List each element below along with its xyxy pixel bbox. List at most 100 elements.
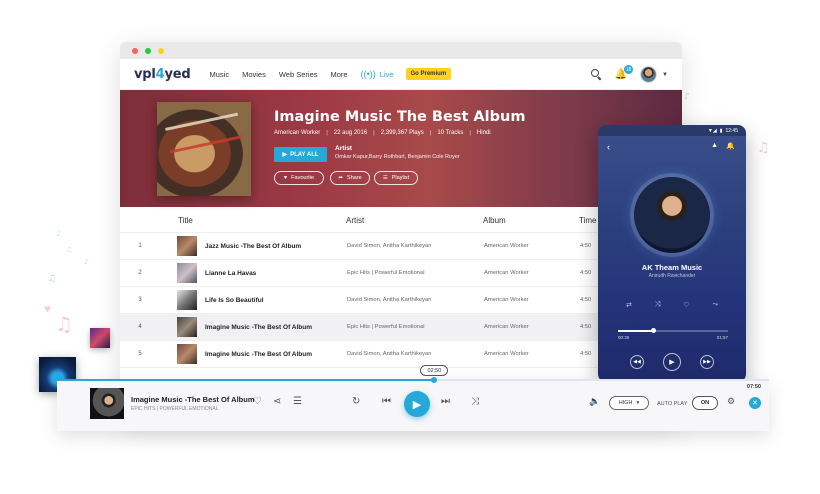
track-title[interactable]: Imagine Music -The Best Of Album [205, 324, 347, 331]
playlist-button[interactable]: ☰ Playlist [374, 171, 418, 185]
player-subtitle: EPIC HITS | POWERFUL EMOTIONAL [131, 406, 219, 412]
share-icon[interactable]: ⤳ [712, 301, 718, 309]
heart-icon[interactable]: ♡ [253, 397, 262, 407]
artist-label: Artist [335, 145, 352, 152]
player-progress-bar[interactable]: 02:50 [57, 365, 769, 383]
share-icon[interactable]: ⋖ [273, 397, 281, 407]
heart-icon[interactable]: ♡ [683, 301, 689, 309]
favourite-label: Favourite [291, 175, 315, 181]
music-note-icon: ♫ [48, 274, 57, 284]
now-playing-artwork [634, 177, 710, 253]
play-all-label: PLAY ALL [290, 151, 319, 158]
track-title[interactable]: Imagine Music -The Best Of Album [205, 351, 347, 358]
track-artist: David Simon, Anitha Karthikeyan [347, 297, 432, 303]
signal-icon: ▼◢ [707, 127, 717, 134]
phone-total: 01:57 [716, 335, 728, 340]
nav-link-movies[interactable]: Movies [242, 70, 266, 79]
alert-icon[interactable]: ▲ [711, 142, 718, 149]
floating-album-thumb [90, 328, 110, 348]
repeat-icon[interactable]: ↻ [352, 397, 360, 407]
music-note-icon: ♫ [55, 312, 73, 336]
phone-elapsed: 00:35 [618, 335, 630, 340]
column-album[interactable]: Album [483, 216, 579, 225]
total-time: 07:50 [746, 384, 761, 390]
play-button[interactable]: ▶ [404, 391, 430, 417]
track-album: American Worker [484, 351, 529, 357]
share-button[interactable]: ➦ Share [330, 171, 370, 185]
playlist-icon[interactable]: ☰ [293, 397, 302, 407]
autoplay-toggle[interactable]: ON [692, 396, 718, 410]
play-button[interactable]: ▶ [663, 353, 681, 371]
column-time[interactable]: Time [579, 216, 596, 225]
phone-progress-bar[interactable] [618, 328, 728, 333]
shuffle-icon[interactable]: ⤨ [655, 301, 661, 309]
bell-icon[interactable]: 🔔 [726, 142, 735, 150]
next-button[interactable]: ▶▶ [700, 355, 714, 369]
share-label: Share [346, 175, 362, 181]
music-note-icon: ♪ [684, 92, 690, 102]
nav-link-live[interactable]: ((•)) Live [361, 69, 394, 79]
phone-song-title: AK Theam Music [641, 263, 703, 272]
logo[interactable]: vpl4yed [134, 67, 191, 82]
chevron-down-icon: ▾ [636, 400, 640, 406]
close-player-button[interactable]: ✕ [749, 397, 761, 409]
playlist-icon: ☰ [382, 175, 388, 181]
nav-link-more[interactable]: More [331, 70, 348, 79]
track-title[interactable]: Lianne La Havas [205, 270, 347, 277]
volume-icon[interactable]: 🔈 [589, 397, 600, 406]
favourite-button[interactable]: ♥ Favourite [274, 171, 324, 185]
nav-link-music[interactable]: Music [210, 70, 230, 79]
phone-action-row: ⇄ ⤨ ♡ ⤳ [626, 301, 718, 309]
autoplay-label: AUTO PLAY [657, 401, 688, 407]
phone-progress-knob[interactable] [650, 328, 656, 333]
column-artist[interactable]: Artist [346, 216, 483, 225]
track-album: American Worker [484, 243, 529, 249]
phone-clock: 12:45 [725, 127, 738, 134]
track-thumb [177, 290, 197, 310]
previous-icon[interactable]: ⏮ [382, 397, 391, 407]
track-time: 4:50 [580, 243, 592, 249]
minimize-dot[interactable] [145, 47, 151, 54]
column-title[interactable]: Title [178, 216, 346, 225]
zoom-dot[interactable] [158, 47, 164, 54]
track-thumb [177, 263, 197, 283]
phone-player: ▼◢ ▮ 12:45 ‹ ▲ 🔔 AK Theam Music Anirudh … [598, 125, 746, 382]
track-artist: David Simon, Anitha Karthikeyan [347, 351, 432, 357]
go-premium-button[interactable]: Go Premium [405, 68, 452, 80]
album-plays: 2,399,367 Plays [380, 130, 424, 136]
play-all-button[interactable]: ▶ PLAY ALL [274, 147, 327, 162]
phone-transport: ◀◀ ▶ ▶▶ [630, 353, 714, 371]
gear-icon[interactable]: ⚙ [727, 397, 735, 406]
music-note-icon: ♫ [66, 246, 73, 254]
track-thumb [177, 236, 197, 256]
close-dot[interactable] [132, 47, 138, 54]
track-time: 4:50 [580, 270, 592, 276]
previous-button[interactable]: ◀◀ [630, 355, 644, 369]
track-artist: Epic Hits | Powerful Emotional [347, 324, 425, 330]
bell-icon[interactable]: 🔔 18 [615, 65, 634, 80]
track-title[interactable]: Jazz Music -The Best Of Album [205, 243, 347, 250]
album-meta: American Worker | 22 aug 2016 | 2,399,367 … [274, 130, 491, 136]
track-time: 4:50 [580, 351, 592, 357]
music-note-icon: ♥ [44, 305, 52, 314]
back-arrow-icon[interactable]: ‹ [607, 142, 610, 152]
chevron-down-icon[interactable]: ▼ [662, 72, 668, 78]
track-number: 4 [138, 324, 142, 330]
battery-icon: ▮ [719, 127, 723, 134]
phone-progress-fill [618, 330, 654, 332]
live-label: Live [379, 69, 394, 79]
player-progress-knob[interactable] [431, 377, 438, 383]
player-bar: 02:50 07:50 Imagine Music -The Best Of A… [57, 365, 769, 431]
next-icon[interactable]: ⏭ [441, 397, 450, 407]
notification-badge: 18 [624, 65, 634, 74]
shuffle-icon[interactable]: ⤨ [471, 397, 479, 407]
track-title[interactable]: Life Is So Beautiful [205, 297, 347, 304]
track-time: 4:50 [580, 324, 592, 330]
avatar[interactable] [640, 66, 658, 83]
search-icon[interactable] [590, 69, 602, 80]
nav-link-web-series[interactable]: Web Series [279, 70, 318, 79]
quality-select[interactable]: HIGH ▾ [609, 396, 649, 410]
music-note-icon: ♪ [56, 229, 62, 238]
repeat-icon[interactable]: ⇄ [626, 301, 632, 309]
album-language: Hindi [476, 130, 491, 136]
